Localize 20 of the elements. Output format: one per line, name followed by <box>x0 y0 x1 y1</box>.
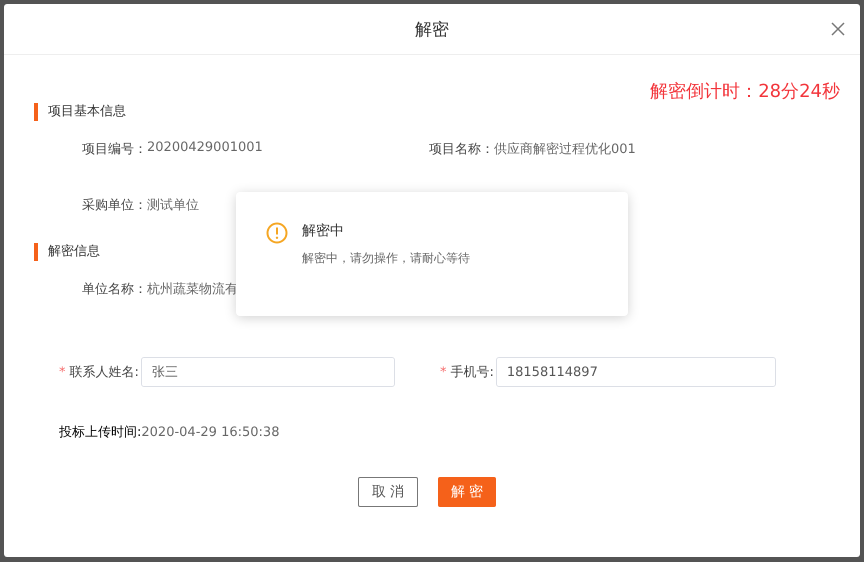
close-button[interactable] <box>830 21 846 37</box>
upload-time-text: 投标上传时间:2020-04-29 16:50:38 <box>58 424 280 441</box>
field-value: 20200429001001 <box>147 140 263 157</box>
field-value: 供应商解密过程优化001 <box>494 141 636 158</box>
field-label: 项目名称： <box>429 141 494 158</box>
field-label: 项目编号： <box>82 141 147 158</box>
warning-icon <box>266 222 288 244</box>
field-label: * 手机号: <box>440 364 494 381</box>
field-value: 杭州蔬菜物流有 <box>147 281 238 298</box>
notification-title: 解密中 <box>302 222 345 240</box>
field-label: 单位名称： <box>82 281 147 298</box>
field-value: 测试单位 <box>147 197 199 214</box>
section-title: 项目基本信息 <box>34 103 840 121</box>
input-field[interactable]: 18158114897 <box>496 357 776 387</box>
countdown-text: 解密倒计时：28分24秒 <box>650 80 840 103</box>
field-label: 采购单位： <box>82 197 147 214</box>
field-label: * 联系人姓名: <box>59 364 139 381</box>
input-field[interactable]: 张三 <box>140 357 395 387</box>
dialog-title: 解密 <box>415 18 449 40</box>
cancel-button[interactable]: 取 消 <box>358 477 418 507</box>
